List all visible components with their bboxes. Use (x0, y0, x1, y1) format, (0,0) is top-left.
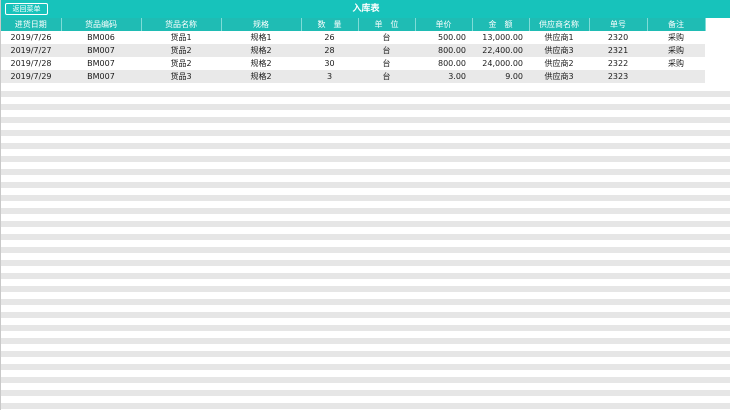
cell-order-no[interactable]: 2323 (589, 70, 647, 83)
column-header-amount[interactable]: 金 额 (472, 18, 530, 31)
cell-date[interactable]: 2019/7/26 (1, 31, 61, 44)
page-title: 入库表 (352, 4, 380, 14)
cell-unit-price[interactable]: 3.00 (415, 70, 472, 83)
cell-remark[interactable]: 采购 (647, 57, 705, 70)
cell-unit[interactable]: 台 (358, 44, 415, 57)
cell-remark[interactable]: 采购 (647, 44, 705, 57)
table-row: 2019/7/28 BM007 货品2 规格2 30 台 800.00 24,0… (1, 57, 705, 70)
cell-amount[interactable]: 22,400.00 (472, 44, 529, 57)
cell-spec[interactable]: 规格1 (221, 31, 301, 44)
inbound-table: 进货日期 货品编码 货品名称 规格 数 量 单 位 单价 金 额 供应商名称 单… (1, 18, 706, 83)
cell-remark[interactable] (647, 70, 705, 83)
table-row: 2019/7/26 BM006 货品1 规格1 26 台 500.00 13,0… (1, 31, 705, 44)
column-header-item-name[interactable]: 货品名称 (141, 18, 222, 31)
title-bar: 返回菜单 入库表 (1, 0, 730, 18)
cell-date[interactable]: 2019/7/27 (1, 44, 61, 57)
empty-rows-area[interactable] (1, 84, 730, 410)
table-row: 2019/7/29 BM007 货品3 规格2 3 台 3.00 9.00 供应… (1, 70, 705, 83)
cell-quantity[interactable]: 28 (301, 44, 358, 57)
inventory-sheet: 进货日期 货品编码 货品名称 规格 数 量 单 位 单价 金 额 供应商名称 单… (1, 18, 730, 410)
cell-spec[interactable]: 规格2 (221, 70, 301, 83)
cell-quantity[interactable]: 30 (301, 57, 358, 70)
cell-unit[interactable]: 台 (358, 31, 415, 44)
cell-item-name[interactable]: 货品2 (141, 57, 221, 70)
cell-date[interactable]: 2019/7/28 (1, 57, 61, 70)
cell-amount[interactable]: 24,000.00 (472, 57, 529, 70)
cell-item-name[interactable]: 货品2 (141, 44, 221, 57)
cell-order-no[interactable]: 2321 (589, 44, 647, 57)
cell-date[interactable]: 2019/7/29 (1, 70, 61, 83)
cell-item-code[interactable]: BM007 (61, 57, 141, 70)
column-header-unit[interactable]: 单 位 (358, 18, 416, 31)
cell-unit-price[interactable]: 500.00 (415, 31, 472, 44)
column-header-item-code[interactable]: 货品编码 (61, 18, 142, 31)
cell-order-no[interactable]: 2320 (589, 31, 647, 44)
cell-spec[interactable]: 规格2 (221, 57, 301, 70)
cell-item-code[interactable]: BM007 (61, 44, 141, 57)
app-window: 返回菜单 入库表 进货日期 货品编码 货品名称 规格 数 量 单 位 单价 金 … (0, 0, 730, 410)
cell-item-code[interactable]: BM007 (61, 70, 141, 83)
cell-unit[interactable]: 台 (358, 57, 415, 70)
cell-supplier[interactable]: 供应商2 (529, 57, 589, 70)
column-header-quantity[interactable]: 数 量 (301, 18, 359, 31)
column-header-date[interactable]: 进货日期 (1, 18, 62, 31)
cell-supplier[interactable]: 供应商3 (529, 70, 589, 83)
cell-amount[interactable]: 13,000.00 (472, 31, 529, 44)
column-header-supplier[interactable]: 供应商名称 (529, 18, 590, 31)
cell-supplier[interactable]: 供应商3 (529, 44, 589, 57)
column-header-row: 进货日期 货品编码 货品名称 规格 数 量 单 位 单价 金 额 供应商名称 单… (1, 18, 706, 31)
cell-spec[interactable]: 规格2 (221, 44, 301, 57)
back-to-menu-button[interactable]: 返回菜单 (5, 3, 48, 15)
cell-item-code[interactable]: BM006 (61, 31, 141, 44)
cell-item-name[interactable]: 货品1 (141, 31, 221, 44)
cell-order-no[interactable]: 2322 (589, 57, 647, 70)
column-header-unit-price[interactable]: 单价 (415, 18, 473, 31)
cell-quantity[interactable]: 26 (301, 31, 358, 44)
cell-quantity[interactable]: 3 (301, 70, 358, 83)
column-header-order-no[interactable]: 单号 (589, 18, 648, 31)
cell-item-name[interactable]: 货品3 (141, 70, 221, 83)
cell-unit-price[interactable]: 800.00 (415, 57, 472, 70)
cell-amount[interactable]: 9.00 (472, 70, 529, 83)
column-header-spec[interactable]: 规格 (221, 18, 302, 31)
cell-supplier[interactable]: 供应商1 (529, 31, 589, 44)
cell-unit-price[interactable]: 800.00 (415, 44, 472, 57)
table-row: 2019/7/27 BM007 货品2 规格2 28 台 800.00 22,4… (1, 44, 705, 57)
cell-remark[interactable]: 采购 (647, 31, 705, 44)
cell-unit[interactable]: 台 (358, 70, 415, 83)
column-header-remark[interactable]: 备注 (647, 18, 706, 31)
